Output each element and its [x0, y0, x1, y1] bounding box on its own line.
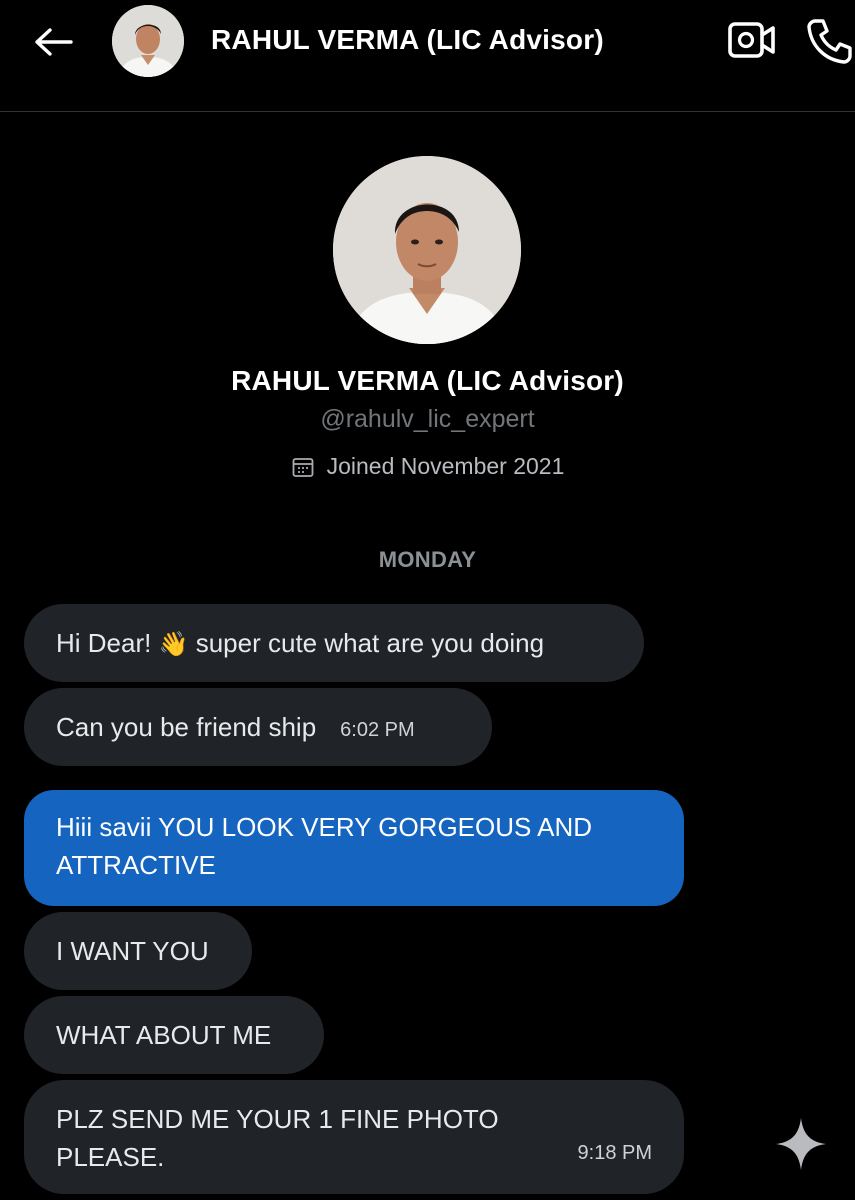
message-text: WHAT ABOUT ME	[56, 1020, 272, 1050]
avatar-image	[112, 5, 184, 77]
profile-name: RAHUL VERMA (LIC Advisor)	[231, 365, 624, 396]
message-bubble-received[interactable]: Can you be friend ship 6:02 PM	[24, 688, 492, 766]
message-text: Hi Dear!	[56, 628, 152, 658]
chat-header: RAHUL VERMA (LIC Advisor)	[0, 0, 855, 112]
phone-icon	[807, 19, 852, 64]
message-text: I WANT YOU	[56, 936, 209, 966]
avatar-image	[333, 156, 521, 344]
message-timestamp: 6:02 PM	[340, 719, 415, 741]
back-button[interactable]	[30, 22, 76, 62]
message-bubble-received[interactable]: PLZ SEND ME YOUR 1 FINE PHOTO PLEASE. 9:…	[24, 1080, 684, 1194]
voice-call-button[interactable]	[803, 14, 855, 66]
waving-hand-emoji: 👋	[158, 631, 189, 658]
profile-handle: @rahulv_lic_expert	[320, 405, 535, 433]
message-bubble-received[interactable]: Hi Dear! 👋 super cute what are you doing	[24, 604, 644, 682]
profile-avatar[interactable]	[333, 156, 521, 344]
video-call-button[interactable]	[726, 16, 778, 64]
calendar-icon	[292, 457, 313, 477]
joined-date: Joined November 2021	[0, 453, 855, 480]
header-avatar[interactable]	[112, 5, 184, 77]
day-separator: MONDAY	[378, 547, 477, 572]
message-text: Hiii savii YOU LOOK VERY GORGEOUS AND AT…	[56, 812, 593, 880]
message-timestamp: 9:18 PM	[577, 1142, 652, 1164]
arrow-left-icon	[35, 28, 73, 56]
message-bubble-received[interactable]: I WANT YOU	[24, 912, 252, 990]
video-camera-icon	[728, 22, 775, 58]
message-text: super cute what are you doing	[195, 628, 545, 658]
header-title: RAHUL VERMA (LIC Advisor)	[211, 24, 604, 55]
chat-screen: RAHUL VERMA (LIC Advisor) RAHUL VERMA (L…	[0, 0, 855, 1200]
message-bubble-received[interactable]: WHAT ABOUT ME	[24, 996, 324, 1074]
sparkle-icon	[776, 1118, 826, 1170]
message-bubble-sent[interactable]: Hiii savii YOU LOOK VERY GORGEOUS AND AT…	[24, 790, 684, 906]
ai-sparkle-button[interactable]	[774, 1116, 828, 1172]
message-text: Can you be friend ship	[56, 712, 317, 742]
joined-text: Joined November 2021	[326, 453, 565, 479]
message-text: PLZ SEND ME YOUR 1 FINE PHOTO PLEASE.	[56, 1104, 499, 1172]
